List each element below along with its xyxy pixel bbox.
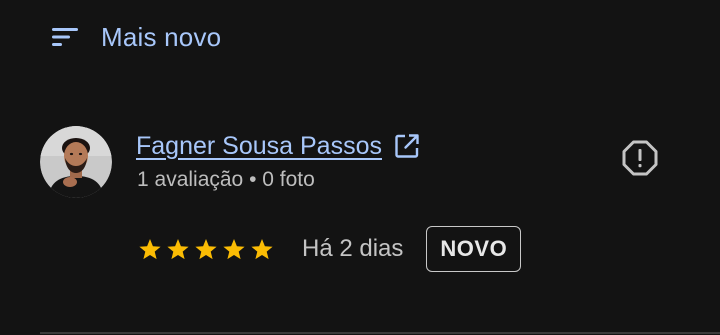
rating-row: Há 2 dias NOVO [136, 224, 522, 274]
review-card: Fagner Sousa Passos 1 avaliação • 0 foto [40, 126, 680, 286]
star-icon [136, 236, 164, 262]
star-icon [192, 236, 220, 262]
author-name-link[interactable]: Fagner Sousa Passos [136, 132, 382, 161]
sort-icon [50, 25, 80, 49]
star-icon [220, 236, 248, 262]
avatar[interactable] [40, 126, 112, 198]
new-badge: NOVO [426, 226, 522, 272]
review-time: Há 2 dias [302, 235, 404, 262]
star-icon [248, 236, 276, 262]
sort-label: Mais novo [101, 21, 222, 52]
star-rating [136, 236, 276, 262]
sort-button[interactable]: Mais novo [50, 18, 221, 56]
author-row: Fagner Sousa Passos [136, 128, 420, 164]
reviews-panel: Mais novo Fagner Sousa Passos 1 avaliaçã… [0, 0, 720, 335]
star-icon [164, 236, 192, 262]
author-meta: 1 avaliação • 0 foto [137, 168, 315, 191]
report-icon[interactable] [620, 138, 660, 178]
divider [40, 332, 720, 334]
open-in-new-icon[interactable] [394, 133, 420, 159]
